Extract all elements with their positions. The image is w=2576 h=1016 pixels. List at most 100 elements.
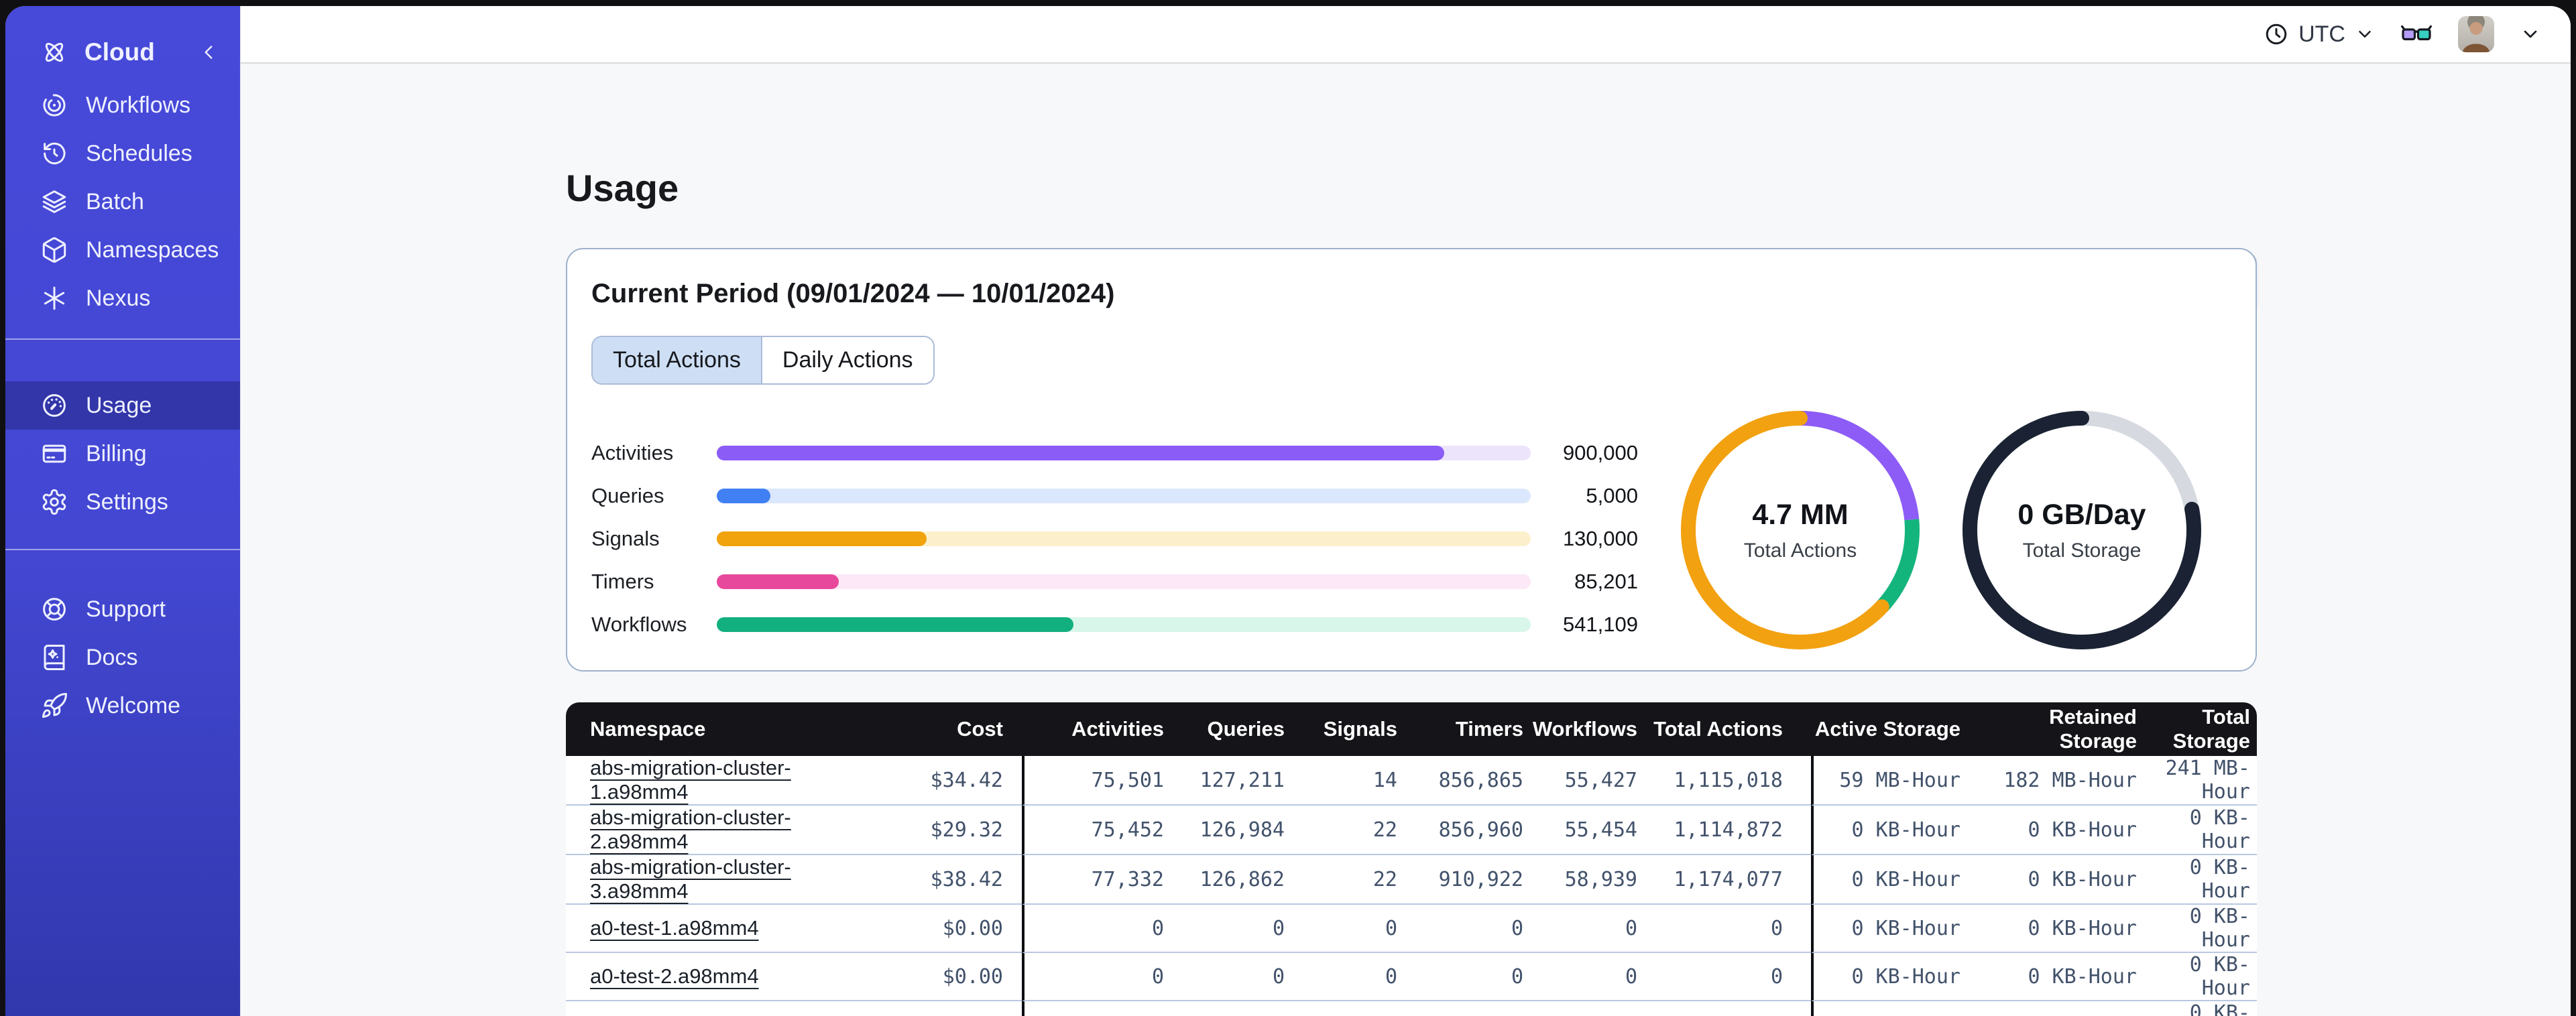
sidebar-account-group: Usage Billing Settings	[5, 381, 240, 526]
column-header-signals: Signals	[1290, 702, 1403, 757]
bar-fill	[717, 489, 771, 504]
cell-total_storage: 0 KB-Hour	[2146, 806, 2257, 856]
cell-signals: 22	[1290, 855, 1403, 905]
timezone-selector[interactable]: UTC	[2264, 21, 2375, 48]
table-row: bk-worker-test.a98mm4$0.000000110 KB-Hou…	[566, 1001, 2257, 1016]
bar-track	[717, 446, 1531, 461]
topbar: UTC	[241, 6, 2571, 64]
table-row: a0-test-2.a98mm4 $0.00 0 0 0 0 0 0 0 KB-Hour 0 KB…	[566, 953, 2257, 1002]
cell-active_storage: 0 KB-Hour	[1811, 905, 1970, 954]
column-header-timers: Timers	[1403, 702, 1529, 757]
cell-timers: 856,960	[1403, 806, 1529, 856]
cell-activities: 0	[1022, 1001, 1169, 1016]
cell-active_storage: 0 KB-Hour	[1811, 806, 1970, 856]
sidebar-collapse-button[interactable]	[197, 41, 220, 64]
account-menu-chevron-icon[interactable]	[2520, 23, 2541, 45]
cell-total_storage: 0 KB-Hour	[2146, 953, 2257, 1002]
app-window: Cloud Workflows Schedules Batch Namespac…	[5, 6, 2571, 1016]
cell-queries: 126,984	[1169, 806, 1290, 856]
cell-workflows: 55,454	[1529, 806, 1643, 856]
namespace-link[interactable]: abs-migration-cluster-2.a98mm4	[590, 806, 791, 853]
table-row: a0-test-1.a98mm4 $0.00 0 0 0 0 0 0 0 KB-Hour 0 KB…	[566, 905, 2257, 954]
namespace-link[interactable]: bk-worker-test.a98mm4	[590, 1013, 809, 1016]
sidebar-divider	[5, 549, 240, 550]
usage-summary-card: Current Period (09/01/2024 — 10/01/2024)…	[566, 248, 2257, 672]
sidebar-item-namespaces[interactable]: Namespaces	[5, 226, 240, 274]
welcome-icon	[40, 692, 68, 720]
namespace-usage-table: Namespace Cost Activities Queries Signals Tim…	[566, 702, 2257, 1016]
tab-total-actions[interactable]: Total Actions	[593, 337, 761, 384]
sidebar-item-batch[interactable]: Batch	[5, 178, 240, 226]
sidebar-item-workflows[interactable]: Workflows	[5, 81, 240, 129]
main-area: UTC Usage Current Period (09/01/2024 — 1…	[240, 6, 2571, 1016]
namespace-link[interactable]: a0-test-1.a98mm4	[590, 916, 759, 940]
sidebar-item-schedules[interactable]: Schedules	[5, 129, 240, 178]
labs-glasses-icon[interactable]	[2400, 23, 2433, 46]
cell-retained_storage: 0 KB-Hour	[1970, 1001, 2146, 1016]
bar-label: Timers	[591, 570, 654, 594]
cell-queries: 0	[1169, 1001, 1290, 1016]
cell-timers: 910,922	[1403, 855, 1529, 905]
cell-namespace: a0-test-2.a98mm4	[566, 953, 861, 1002]
sidebar-item-settings[interactable]: Settings	[5, 478, 240, 526]
namespaces-icon	[40, 236, 68, 264]
page-title: Usage	[566, 167, 679, 209]
bar-chart-row: Workflows 541,109	[591, 603, 1638, 646]
content: Usage Current Period Current Period (09/…	[241, 64, 2571, 1016]
column-header-activities: Activities	[1022, 702, 1169, 757]
sidebar-item-usage[interactable]: Usage	[5, 381, 240, 430]
cell-signals: 22	[1290, 806, 1403, 856]
cell-total_actions: 1,115,018	[1643, 756, 1811, 806]
cell-activities: 77,332	[1022, 855, 1169, 905]
namespace-link[interactable]: abs-migration-cluster-1.a98mm4	[590, 756, 791, 804]
bar-value: 900,000	[1562, 441, 1638, 465]
bar-chart-row: Queries 5,000	[591, 474, 1638, 517]
column-header-cost: Cost	[861, 702, 1022, 757]
cell-timers: 0	[1403, 953, 1529, 1002]
usage-icon	[40, 391, 68, 420]
sidebar-brand[interactable]: Cloud	[5, 23, 240, 81]
bar-fill	[717, 617, 1073, 633]
bar-chart-row: Signals 130,000	[591, 517, 1638, 560]
namespace-link[interactable]: abs-migration-cluster-3.a98mm4	[590, 855, 791, 903]
cell-retained_storage: 0 KB-Hour	[1970, 855, 2146, 905]
bar-chart-row: Timers 85,201	[591, 560, 1638, 603]
billing-icon	[40, 440, 68, 468]
avatar[interactable]	[2458, 16, 2494, 52]
clock-icon	[2264, 21, 2289, 47]
cell-queries: 0	[1169, 953, 1290, 1002]
cell-signals: 0	[1290, 1001, 1403, 1016]
sidebar-item-support[interactable]: Support	[5, 585, 240, 633]
total-storage-label: Total Storage	[2022, 539, 2142, 562]
cell-namespace: abs-migration-cluster-1.a98mm4	[566, 756, 861, 806]
table-row: abs-migration-cluster-1.a98mm4 $34.42 75,5…	[566, 756, 2257, 806]
sidebar-divider	[5, 338, 240, 340]
bar-value: 541,109	[1562, 613, 1638, 637]
bar-label: Workflows	[591, 613, 687, 637]
bar-label: Activities	[591, 441, 674, 465]
sidebar-item-welcome[interactable]: Welcome	[5, 682, 240, 730]
sidebar-item-docs[interactable]: Docs	[5, 633, 240, 682]
cell-active_storage: 0 KB-Hour	[1811, 953, 1970, 1002]
cell-workflows: 55,427	[1529, 756, 1643, 806]
cell-queries: 127,211	[1169, 756, 1290, 806]
column-header-total-storage: Total Storage	[2146, 702, 2257, 757]
batch-icon	[40, 188, 68, 216]
total-actions-label: Total Actions	[1743, 539, 1857, 562]
cell-timers: 0	[1403, 1001, 1529, 1016]
sidebar-footer-group: Support Docs Welcome	[5, 585, 240, 730]
sidebar-item-nexus[interactable]: Nexus	[5, 274, 240, 322]
cell-total_actions: 0	[1643, 953, 1811, 1002]
total-storage-value: 0 GB/Day	[2017, 498, 2146, 531]
cell-workflows: 1	[1529, 1001, 1643, 1016]
bar-track	[717, 617, 1531, 633]
cell-retained_storage: 0 KB-Hour	[1970, 806, 2146, 856]
settings-icon	[40, 488, 68, 516]
cell-workflows: 0	[1529, 905, 1643, 954]
tab-daily-actions[interactable]: Daily Actions	[760, 337, 933, 384]
table-row: abs-migration-cluster-2.a98mm4 $29.32 75,4…	[566, 806, 2257, 856]
namespace-link[interactable]: a0-test-2.a98mm4	[590, 964, 759, 988]
table-row: abs-migration-cluster-3.a98mm4 $38.42 77,3…	[566, 855, 2257, 905]
sidebar-item-billing[interactable]: Billing	[5, 430, 240, 478]
support-icon	[40, 595, 68, 623]
